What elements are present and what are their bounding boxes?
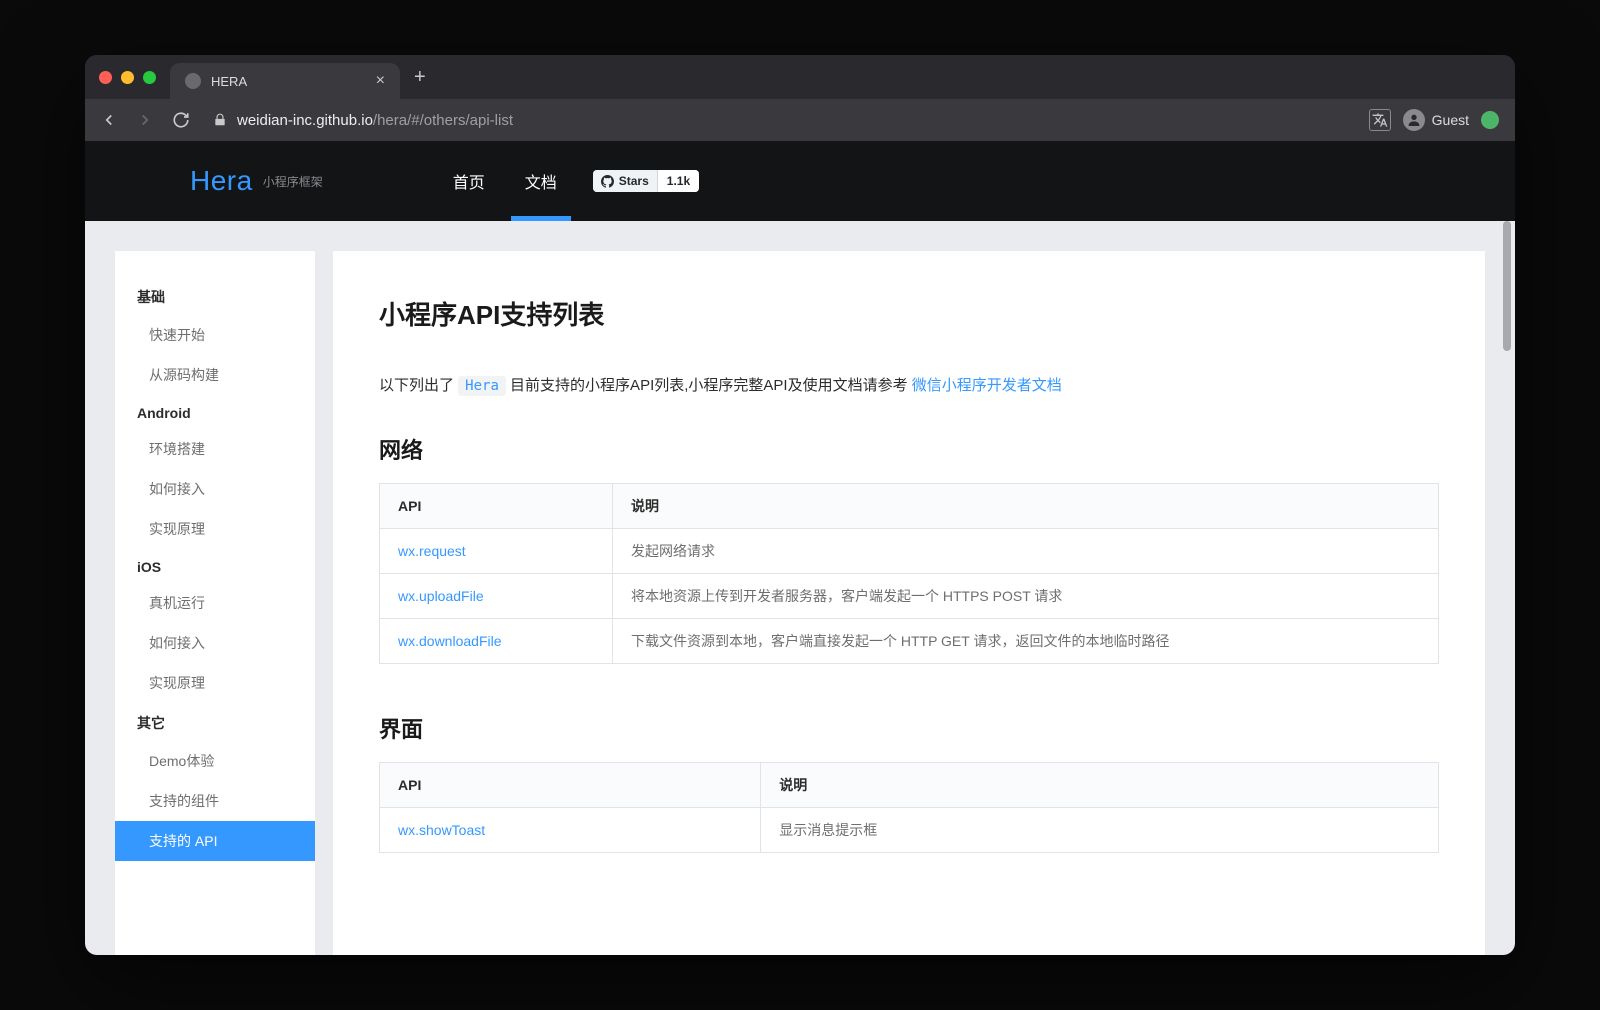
translate-icon[interactable] bbox=[1369, 109, 1391, 131]
reload-button[interactable] bbox=[167, 106, 195, 134]
github-stars-label: Stars bbox=[619, 174, 649, 188]
sidebar-item[interactable]: 环境搭建 bbox=[115, 429, 315, 469]
url-path: /hera/#/others/api-list bbox=[373, 112, 513, 129]
table-row: wx.uploadFile 将本地资源上传到开发者服务器，客户端发起一个 HTTP… bbox=[380, 574, 1439, 619]
sidebar-item[interactable]: 如何接入 bbox=[115, 623, 315, 663]
sidebar-group-title: Android bbox=[115, 395, 315, 429]
github-icon bbox=[601, 175, 614, 188]
nav-links: 首页文档 bbox=[453, 141, 557, 221]
avatar-icon bbox=[1403, 109, 1425, 131]
intro-prefix: 以下列出了 bbox=[379, 377, 458, 394]
nav-link[interactable]: 文档 bbox=[525, 141, 557, 221]
api-link[interactable]: wx.uploadFile bbox=[398, 588, 484, 604]
sidebar-item[interactable]: 如何接入 bbox=[115, 469, 315, 509]
table-row: wx.showToast 显示消息提示框 bbox=[380, 808, 1439, 853]
section-title: 界面 bbox=[379, 712, 1439, 744]
address-bar: weidian-inc.github.io/hera/#/others/api-… bbox=[85, 99, 1515, 141]
api-link[interactable]: wx.request bbox=[398, 543, 466, 559]
forward-button[interactable] bbox=[131, 106, 159, 134]
toolbar-right: Guest bbox=[1369, 109, 1505, 131]
sidebar: 基础快速开始从源码构建Android环境搭建如何接入实现原理iOS真机运行如何接… bbox=[115, 251, 315, 955]
table-row: wx.request 发起网络请求 bbox=[380, 529, 1439, 574]
maximize-window-button[interactable] bbox=[143, 71, 156, 84]
profile-button[interactable]: Guest bbox=[1403, 109, 1469, 131]
api-table: API说明 wx.request 发起网络请求 wx.uploadFile 将本地资源上… bbox=[379, 483, 1439, 664]
sidebar-item[interactable]: 快速开始 bbox=[115, 315, 315, 355]
table-header: API bbox=[380, 763, 761, 808]
close-tab-button[interactable]: × bbox=[376, 72, 385, 90]
back-button[interactable] bbox=[95, 106, 123, 134]
browser-tab[interactable]: HERA × bbox=[170, 63, 400, 99]
sidebar-item[interactable]: 实现原理 bbox=[115, 509, 315, 549]
github-stars-count: 1.1k bbox=[658, 170, 699, 192]
main-content: 小程序API支持列表 以下列出了 Hera 目前支持的小程序API列表,小程序完… bbox=[333, 251, 1485, 955]
extension-icon[interactable] bbox=[1481, 111, 1499, 129]
profile-label: Guest bbox=[1432, 112, 1469, 128]
api-link[interactable]: wx.showToast bbox=[398, 822, 485, 838]
github-stars-badge[interactable]: Stars 1.1k bbox=[593, 170, 699, 192]
intro-text: 以下列出了 Hera 目前支持的小程序API列表,小程序完整API及使用文档请参… bbox=[379, 374, 1439, 395]
browser-window: HERA × + weidian-inc.github.io/hera/#/ot… bbox=[85, 55, 1515, 955]
favicon-icon bbox=[185, 73, 201, 89]
intro-code: Hera bbox=[458, 376, 506, 396]
url-bar[interactable]: weidian-inc.github.io/hera/#/others/api-… bbox=[203, 112, 1361, 129]
table-header: 说明 bbox=[612, 484, 1438, 529]
api-link[interactable]: wx.downloadFile bbox=[398, 633, 502, 649]
lock-icon bbox=[213, 113, 227, 127]
table-row: wx.downloadFile 下载文件资源到本地，客户端直接发起一个 HTTP … bbox=[380, 619, 1439, 664]
sidebar-group-title: 基础 bbox=[115, 277, 315, 315]
sidebar-item[interactable]: 支持的组件 bbox=[115, 781, 315, 821]
api-desc: 发起网络请求 bbox=[612, 529, 1438, 574]
content-area: 基础快速开始从源码构建Android环境搭建如何接入实现原理iOS真机运行如何接… bbox=[85, 221, 1515, 955]
sidebar-item[interactable]: 实现原理 bbox=[115, 663, 315, 703]
title-bar: HERA × + bbox=[85, 55, 1515, 99]
api-desc: 显示消息提示框 bbox=[761, 808, 1439, 853]
page-title: 小程序API支持列表 bbox=[379, 295, 1439, 332]
scrollbar-track[interactable] bbox=[1501, 221, 1513, 955]
sidebar-item[interactable]: 真机运行 bbox=[115, 583, 315, 623]
traffic-lights bbox=[99, 71, 156, 84]
api-desc: 将本地资源上传到开发者服务器，客户端发起一个 HTTPS POST 请求 bbox=[612, 574, 1438, 619]
close-window-button[interactable] bbox=[99, 71, 112, 84]
intro-link[interactable]: 微信小程序开发者文档 bbox=[912, 377, 1062, 394]
url-host: weidian-inc.github.io bbox=[237, 112, 373, 129]
intro-mid: 目前支持的小程序API列表,小程序完整API及使用文档请参考 bbox=[506, 377, 912, 394]
sidebar-group-title: 其它 bbox=[115, 703, 315, 741]
table-header: API bbox=[380, 484, 613, 529]
scrollbar-thumb[interactable] bbox=[1503, 221, 1511, 351]
sidebar-item[interactable]: 从源码构建 bbox=[115, 355, 315, 395]
sidebar-item[interactable]: 支持的 API bbox=[115, 821, 315, 861]
sidebar-item[interactable]: Demo体验 bbox=[115, 741, 315, 781]
api-table: API说明 wx.showToast 显示消息提示框 bbox=[379, 762, 1439, 853]
site-header: Hera 小程序框架 首页文档 Stars 1.1k bbox=[85, 141, 1515, 221]
section-title: 网络 bbox=[379, 433, 1439, 465]
api-desc: 下载文件资源到本地，客户端直接发起一个 HTTP GET 请求，返回文件的本地临… bbox=[612, 619, 1438, 664]
site-logo[interactable]: Hera bbox=[190, 165, 253, 197]
table-header: 说明 bbox=[761, 763, 1439, 808]
tab-title: HERA bbox=[211, 74, 247, 89]
new-tab-button[interactable]: + bbox=[414, 66, 426, 89]
minimize-window-button[interactable] bbox=[121, 71, 134, 84]
sidebar-group-title: iOS bbox=[115, 549, 315, 583]
nav-link[interactable]: 首页 bbox=[453, 141, 485, 221]
logo-subtitle: 小程序框架 bbox=[263, 173, 323, 190]
